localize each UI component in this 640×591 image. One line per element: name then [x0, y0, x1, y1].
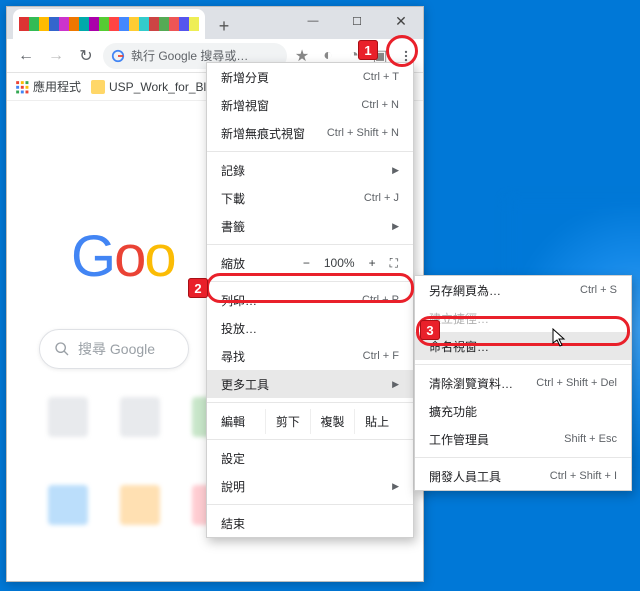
submenu-dev-tools[interactable]: 開發人員工具Ctrl + Shift + I — [415, 462, 631, 490]
annotation-badge-2: 2 — [188, 278, 208, 298]
menu-history[interactable]: 記錄▶ — [207, 156, 413, 184]
google-g-icon — [111, 49, 125, 63]
menu-new-window[interactable]: 新增視窗Ctrl + N — [207, 91, 413, 119]
mouse-cursor-icon — [552, 328, 568, 348]
zoom-value: 100% — [324, 256, 355, 270]
shortcut-tile[interactable] — [39, 397, 97, 467]
edit-label: 編輯 — [221, 413, 265, 430]
submenu-create-shortcut: 建立捷徑… — [415, 304, 631, 332]
shortcut-tile[interactable] — [39, 485, 97, 555]
menu-copy[interactable]: 複製 — [310, 409, 355, 434]
menu-paste[interactable]: 貼上 — [354, 409, 399, 434]
apps-button[interactable]: 應用程式 — [15, 78, 81, 95]
maximize-button[interactable]: ☐ — [335, 7, 379, 35]
more-tools-submenu: 另存網頁為…Ctrl + S 建立捷徑… 命名視窗… 清除瀏覽資料…Ctrl +… — [414, 275, 632, 491]
menu-help[interactable]: 說明▶ — [207, 472, 413, 500]
vertical-dots-icon — [399, 49, 413, 63]
search-placeholder: 搜尋 Google — [78, 339, 155, 359]
chevron-right-icon: ▶ — [392, 481, 399, 492]
folder-icon — [91, 80, 105, 94]
menu-downloads[interactable]: 下載Ctrl + J — [207, 184, 413, 212]
chrome-main-menu: 新增分頁Ctrl + T 新增視窗Ctrl + N 新增無痕式視窗Ctrl + … — [206, 62, 414, 538]
menu-settings[interactable]: 設定 — [207, 444, 413, 472]
back-button[interactable]: ← — [13, 43, 39, 69]
window-controls: — ☐ ✕ — [291, 7, 423, 35]
zoom-label: 縮放 — [221, 255, 245, 272]
forward-button[interactable]: → — [43, 43, 69, 69]
active-tab[interactable] — [13, 9, 205, 39]
annotation-badge-1: 1 — [358, 40, 378, 60]
menu-edit-row: 編輯 剪下 複製 貼上 — [207, 407, 413, 435]
chevron-right-icon: ▶ — [392, 221, 399, 232]
reload-button[interactable]: ↻ — [73, 43, 99, 69]
submenu-clear-data[interactable]: 清除瀏覽資料…Ctrl + Shift + Del — [415, 369, 631, 397]
zoom-in-button[interactable]: + — [369, 256, 376, 270]
shortcut-tile[interactable] — [111, 397, 169, 467]
menu-bookmarks[interactable]: 書籤▶ — [207, 212, 413, 240]
chevron-right-icon: ▶ — [392, 165, 399, 176]
menu-cast[interactable]: 投放… — [207, 314, 413, 342]
menu-incognito[interactable]: 新增無痕式視窗Ctrl + Shift + N — [207, 119, 413, 147]
submenu-save-page[interactable]: 另存網頁為…Ctrl + S — [415, 276, 631, 304]
menu-find[interactable]: 尋找Ctrl + F — [207, 342, 413, 370]
apps-label: 應用程式 — [33, 78, 81, 95]
submenu-name-window[interactable]: 命名視窗… — [415, 332, 631, 360]
menu-new-tab[interactable]: 新增分頁Ctrl + T — [207, 63, 413, 91]
bookmark-folder-1[interactable]: USP_Work_for_Bl… — [91, 80, 218, 94]
google-search-input[interactable]: 搜尋 Google — [39, 329, 189, 369]
menu-print[interactable]: 列印…Ctrl + P — [207, 286, 413, 314]
tab-favicon-stack — [19, 17, 199, 31]
menu-cut[interactable]: 剪下 — [265, 409, 310, 434]
tab-strip: + — ☐ ✕ — [7, 7, 423, 39]
google-logo: Goo — [71, 223, 175, 290]
minimize-button[interactable]: — — [291, 7, 335, 35]
menu-exit[interactable]: 結束 — [207, 509, 413, 537]
bookmark-folder-label: USP_Work_for_Bl… — [109, 80, 218, 94]
close-button[interactable]: ✕ — [379, 7, 423, 35]
chevron-right-icon: ▶ — [392, 379, 399, 390]
submenu-task-manager[interactable]: 工作管理員Shift + Esc — [415, 425, 631, 453]
menu-more-tools[interactable]: 更多工具▶ — [207, 370, 413, 398]
apps-grid-icon — [15, 80, 29, 94]
zoom-out-button[interactable]: − — [303, 256, 310, 270]
annotation-badge-3: 3 — [420, 320, 440, 340]
shortcut-tile[interactable] — [111, 485, 169, 555]
search-icon — [54, 341, 70, 357]
menu-zoom: 縮放 − 100% + ⛶ — [207, 249, 413, 277]
fullscreen-button[interactable]: ⛶ — [390, 256, 399, 271]
new-tab-button[interactable]: + — [211, 13, 237, 39]
submenu-extensions[interactable]: 擴充功能 — [415, 397, 631, 425]
